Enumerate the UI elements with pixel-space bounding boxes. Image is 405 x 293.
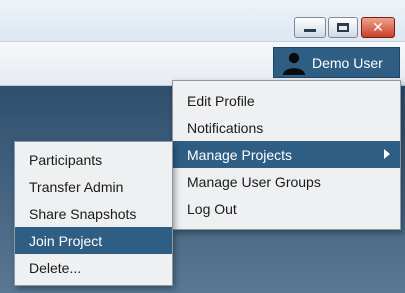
submenu-item-label: Delete... <box>29 259 82 276</box>
close-icon: ✕ <box>372 19 384 36</box>
maximize-button[interactable] <box>328 17 358 38</box>
menu-item-label: Manage Projects <box>187 146 293 163</box>
menu-item-label: Notifications <box>187 119 264 136</box>
menu-item-manage-projects[interactable]: Manage Projects <box>173 141 400 168</box>
submenu-item-share-snapshots[interactable]: Share Snapshots <box>15 200 172 227</box>
submenu-item-transfer-admin[interactable]: Transfer Admin <box>15 173 172 200</box>
menu-item-label: Manage User Groups <box>187 173 321 190</box>
submenu-item-label: Join Project <box>29 232 103 249</box>
submenu-item-label: Share Snapshots <box>29 205 137 222</box>
minimize-icon <box>304 29 316 32</box>
menu-item-notifications[interactable]: Notifications <box>173 114 400 141</box>
menu-item-label: Edit Profile <box>187 92 255 109</box>
user-menu-button[interactable]: Demo User <box>273 47 400 78</box>
manage-projects-submenu: Participants Transfer Admin Share Snapsh… <box>14 141 173 286</box>
menu-item-manage-user-groups[interactable]: Manage User Groups <box>173 168 400 195</box>
menu-item-label: Log Out <box>187 200 237 217</box>
menu-item-log-out[interactable]: Log Out <box>173 195 400 222</box>
submenu-arrow-icon <box>384 149 390 159</box>
user-dropdown-menu: Edit Profile Notifications Manage Projec… <box>172 80 401 230</box>
menu-item-edit-profile[interactable]: Edit Profile <box>173 87 400 114</box>
user-name-label: Demo User <box>312 54 383 71</box>
submenu-item-label: Participants <box>29 151 103 168</box>
maximize-icon <box>337 23 349 32</box>
submenu-item-label: Transfer Admin <box>29 178 124 195</box>
user-icon <box>283 52 305 75</box>
window-titlebar: ✕ <box>0 0 405 42</box>
close-button[interactable]: ✕ <box>361 17 395 38</box>
submenu-item-participants[interactable]: Participants <box>15 146 172 173</box>
submenu-item-join-project[interactable]: Join Project <box>15 227 172 254</box>
submenu-item-delete[interactable]: Delete... <box>15 254 172 281</box>
minimize-button[interactable] <box>294 17 326 38</box>
